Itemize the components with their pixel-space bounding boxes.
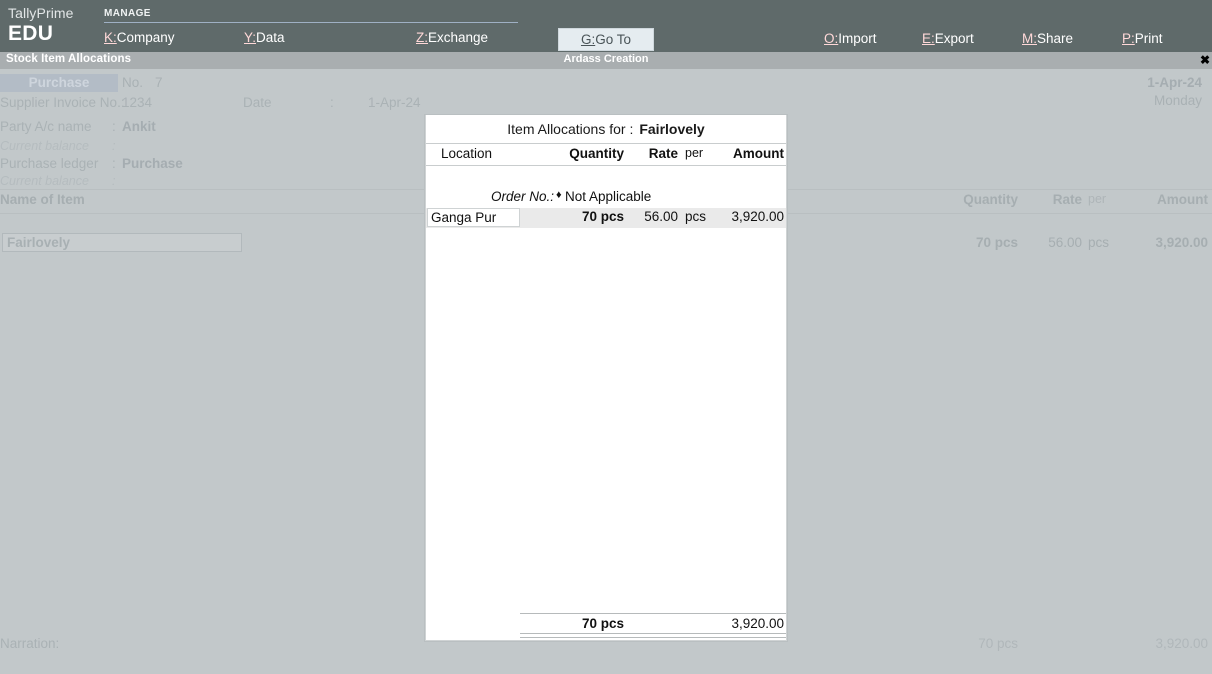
dialog-title-item: Fairlovely (639, 121, 705, 137)
supplier-invoice-value[interactable]: 1234 (122, 95, 152, 110)
go-to-hotkey: G: (580, 32, 596, 47)
voucher-item-rate: 56.00 (1048, 235, 1082, 250)
menu-item-data[interactable]: Y:Data (244, 30, 416, 45)
allocation-rate[interactable]: 56.00 (626, 209, 678, 224)
voucher-header-date: 1-Apr-24 (1147, 75, 1202, 90)
voucher-item-per: pcs (1088, 235, 1110, 250)
voucher-header-day: Monday (1153, 93, 1202, 108)
action-print[interactable]: P:Print (1122, 31, 1163, 46)
menu-item-data-label: Data (256, 30, 285, 45)
menu-item-company-hotkey: K: (104, 30, 117, 45)
voucher-item-quantity: 70 pcs (975, 235, 1018, 250)
allocation-quantity[interactable]: 70 pcs (546, 209, 624, 224)
action-share-hotkey: M: (1022, 31, 1037, 46)
diamond-marker-icon: ♦ (556, 189, 562, 201)
dialog-title: Item Allocations for : Fairlovely (426, 115, 786, 144)
current-balance-colon-ledger: : (112, 174, 116, 188)
dialog-title-prefix: Item Allocations for : (507, 121, 634, 137)
total-divider-top (520, 613, 786, 614)
screen-title-bar: Stock Item Allocations Ardass Creation ✖ (0, 52, 1212, 69)
voucher-col-per: per (1088, 192, 1107, 206)
voucher-col-name-of-item: Name of Item (0, 192, 85, 207)
go-to-button[interactable]: G: Go To (558, 28, 654, 51)
menu-item-exchange-label: Exchange (428, 30, 489, 45)
voucher-type-tab[interactable]: Purchase (0, 74, 118, 92)
total-divider-bottom-2 (520, 637, 786, 638)
application-window: TallyPrime EDU MANAGE K:Company Y:Data Z… (0, 0, 1212, 674)
dialog-col-location: Location (441, 146, 493, 161)
allocation-location-field[interactable]: Ganga Pur (427, 208, 520, 227)
item-allocations-dialog: Item Allocations for : Fairlovely Locatio… (425, 115, 787, 641)
menu-item-exchange-hotkey: Z: (416, 30, 428, 45)
supplier-invoice-label: Supplier Invoice No.: (0, 95, 125, 110)
menu-item-data-hotkey: Y: (244, 30, 257, 45)
narration-label: Narration: (0, 636, 60, 651)
date-label: Date (243, 95, 272, 110)
voucher-col-rate: Rate (1052, 192, 1082, 207)
action-print-label: Print (1134, 31, 1163, 46)
dialog-column-header: Location Quantity Rate per Amount (426, 144, 786, 166)
menu-group-title: MANAGE (104, 8, 151, 19)
menu-item-exchange[interactable]: Z:Exchange (416, 30, 556, 45)
action-import-hotkey: O: (824, 31, 839, 46)
menu-items: K:Company Y:Data Z:Exchange (104, 30, 556, 45)
app-brand: TallyPrime EDU (8, 4, 74, 46)
voucher-no-value[interactable]: 7 (155, 75, 163, 90)
action-import[interactable]: O:Import (824, 31, 877, 46)
voucher-item-name-field[interactable]: Fairlovely (2, 233, 242, 252)
current-balance-label-party: Current balance (0, 139, 89, 153)
action-export-hotkey: E: (922, 31, 935, 46)
table-row[interactable]: Ganga Pur 70 pcs 56.00 pcs 3,920.00 (426, 208, 786, 228)
total-divider-bottom-1 (520, 633, 786, 634)
voucher-total-amount: 3,920.00 (1155, 636, 1208, 651)
action-export-label: Export (934, 31, 974, 46)
voucher-no-label: No. (122, 75, 144, 90)
current-balance-colon-party: : (112, 139, 116, 153)
date-colon: : (330, 95, 334, 110)
order-no-value[interactable]: Not Applicable (565, 189, 651, 204)
allocation-location-value: Ganga Pur (431, 210, 497, 225)
voucher-total-quantity: 70 pcs (978, 636, 1018, 651)
action-import-label: Import (838, 31, 877, 46)
party-ac-name-colon: : (112, 119, 116, 134)
dialog-col-per: per (685, 146, 704, 160)
voucher-item-name-value: Fairlovely (7, 235, 71, 250)
voucher-item-amount: 3,920.00 (1155, 235, 1208, 250)
go-to-label: Go To (595, 32, 632, 47)
voucher-col-quantity: Quantity (963, 192, 1018, 207)
allocation-per[interactable]: pcs (685, 209, 706, 224)
dialog-body: Order No.: ♦ Not Applicable Ganga Pur 70… (426, 166, 786, 638)
dialog-total-amount: 3,920.00 (731, 616, 784, 631)
voucher-col-amount: Amount (1157, 192, 1208, 207)
allocation-amount[interactable]: 3,920.00 (709, 209, 784, 224)
menu-group-manage: MANAGE (104, 8, 518, 23)
dialog-col-amount: Amount (733, 146, 784, 161)
menu-item-company-label: Company (116, 30, 175, 45)
top-menu-bar: TallyPrime EDU MANAGE K:Company Y:Data Z… (0, 0, 1212, 52)
party-ac-name-value[interactable]: Ankit (122, 119, 156, 134)
action-share[interactable]: M:Share (1022, 31, 1073, 46)
current-balance-label-ledger: Current balance (0, 174, 89, 188)
order-no-row: Order No.: ♦ Not Applicable (426, 189, 786, 208)
dialog-total-row: 70 pcs 3,920.00 (426, 613, 786, 638)
brand-name: TallyPrime (8, 5, 74, 21)
dialog-total-quantity: 70 pcs (581, 616, 624, 631)
purchase-ledger-colon: : (112, 156, 116, 171)
action-share-label: Share (1037, 31, 1074, 46)
order-no-label: Order No.: (490, 189, 554, 204)
company-name: Ardass Creation (563, 53, 649, 65)
brand-edition: EDU (8, 22, 54, 45)
action-export[interactable]: E:Export (922, 31, 974, 46)
date-value[interactable]: 1-Apr-24 (368, 95, 421, 110)
close-icon[interactable]: ✖ (1200, 53, 1210, 67)
action-print-hotkey: P: (1122, 31, 1135, 46)
purchase-ledger-label: Purchase ledger (0, 156, 99, 171)
party-ac-name-label: Party A/c name (0, 119, 92, 134)
dialog-col-quantity: Quantity (569, 146, 624, 161)
dialog-col-rate: Rate (648, 146, 678, 161)
menu-group-divider (104, 22, 518, 23)
menu-item-company[interactable]: K:Company (104, 30, 244, 45)
purchase-ledger-value[interactable]: Purchase (122, 156, 183, 171)
